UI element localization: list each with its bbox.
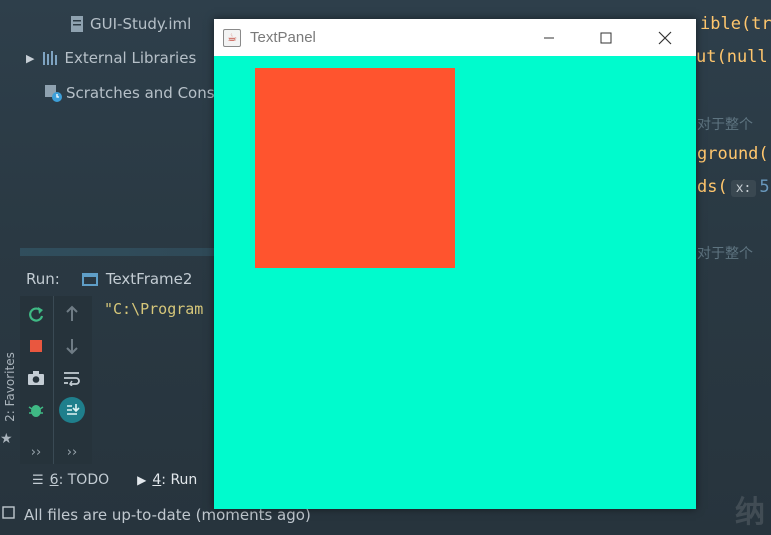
todo-tab-label: : TODO bbox=[58, 472, 110, 488]
code-comment: 对于整个 bbox=[697, 117, 753, 133]
rerun-icon[interactable] bbox=[25, 303, 47, 325]
tree-item-external-libraries[interactable]: ▶ External Libraries bbox=[26, 46, 196, 70]
watermark: 纳 bbox=[735, 495, 765, 530]
expand-caret-icon[interactable]: ▶ bbox=[26, 52, 34, 65]
favorites-label: 2: Favorites bbox=[3, 352, 17, 422]
minimize-icon bbox=[544, 37, 554, 38]
run-tool-header: Run: TextFrame2 bbox=[0, 262, 214, 296]
tree-item-label: External Libraries bbox=[64, 49, 197, 67]
favorites-tab[interactable]: 2: Favorites bbox=[3, 337, 17, 437]
library-icon bbox=[42, 49, 60, 67]
run-tab-label: TextFrame2 bbox=[105, 270, 193, 288]
tree-item-label: GUI-Study.iml bbox=[90, 15, 192, 33]
camera-icon[interactable] bbox=[25, 367, 47, 389]
stop-icon[interactable] bbox=[25, 335, 47, 357]
play-icon: ▶ bbox=[137, 473, 147, 487]
frame-content-area bbox=[214, 56, 696, 509]
console-output: "C:\Program bbox=[104, 300, 204, 318]
list-icon: ☰ bbox=[32, 472, 44, 488]
run-tab-number: 4 bbox=[152, 472, 162, 488]
red-panel bbox=[255, 68, 455, 268]
todo-tab-number: 6 bbox=[49, 472, 59, 488]
module-file-icon bbox=[68, 15, 86, 33]
star-icon: ★ bbox=[0, 431, 13, 447]
tree-item-module-file[interactable]: GUI-Study.iml bbox=[68, 12, 191, 36]
run-title: Run: bbox=[26, 270, 60, 288]
arrow-up-icon[interactable] bbox=[61, 303, 83, 325]
close-icon bbox=[658, 31, 672, 44]
code-line: ible(tru bbox=[700, 14, 771, 34]
maximize-icon bbox=[600, 32, 612, 43]
soft-wrap-icon[interactable] bbox=[61, 367, 83, 389]
parameter-hint: x: bbox=[730, 180, 757, 197]
status-square-icon[interactable] bbox=[2, 506, 16, 524]
run-bottom-tab[interactable]: ▶ 4: Run bbox=[137, 472, 197, 488]
code-line: ds(x: 5 bbox=[697, 177, 770, 197]
more-chevron-icon[interactable]: ›› bbox=[61, 441, 83, 463]
tree-item-label: Scratches and Conso bbox=[66, 84, 224, 102]
scroll-to-end-icon[interactable] bbox=[59, 397, 85, 423]
scratches-icon bbox=[44, 84, 62, 102]
run-tab[interactable]: TextFrame2 bbox=[81, 270, 193, 288]
toolbar-separator bbox=[53, 296, 54, 464]
code-line: ground( bbox=[697, 144, 769, 164]
debug-bug-icon[interactable] bbox=[25, 399, 47, 421]
code-comment: 对于整个 bbox=[697, 246, 753, 262]
close-button[interactable] bbox=[642, 19, 688, 56]
todo-tab[interactable]: ☰ 6: TODO bbox=[32, 472, 109, 488]
window-title: TextPanel bbox=[250, 29, 316, 46]
window-icon bbox=[81, 272, 98, 286]
java-cup-icon: ☕ bbox=[223, 28, 241, 47]
textpanel-window: ☕ TextPanel bbox=[214, 19, 696, 509]
more-chevron-icon[interactable]: ›› bbox=[25, 441, 47, 463]
maximize-button[interactable] bbox=[583, 19, 629, 56]
run-bottom-tab-label: : Run bbox=[161, 472, 198, 488]
code-line: ut(null bbox=[696, 47, 768, 67]
tree-item-scratches[interactable]: Scratches and Conso bbox=[44, 81, 224, 105]
arrow-down-icon[interactable] bbox=[61, 335, 83, 357]
minimize-button[interactable] bbox=[526, 19, 572, 56]
